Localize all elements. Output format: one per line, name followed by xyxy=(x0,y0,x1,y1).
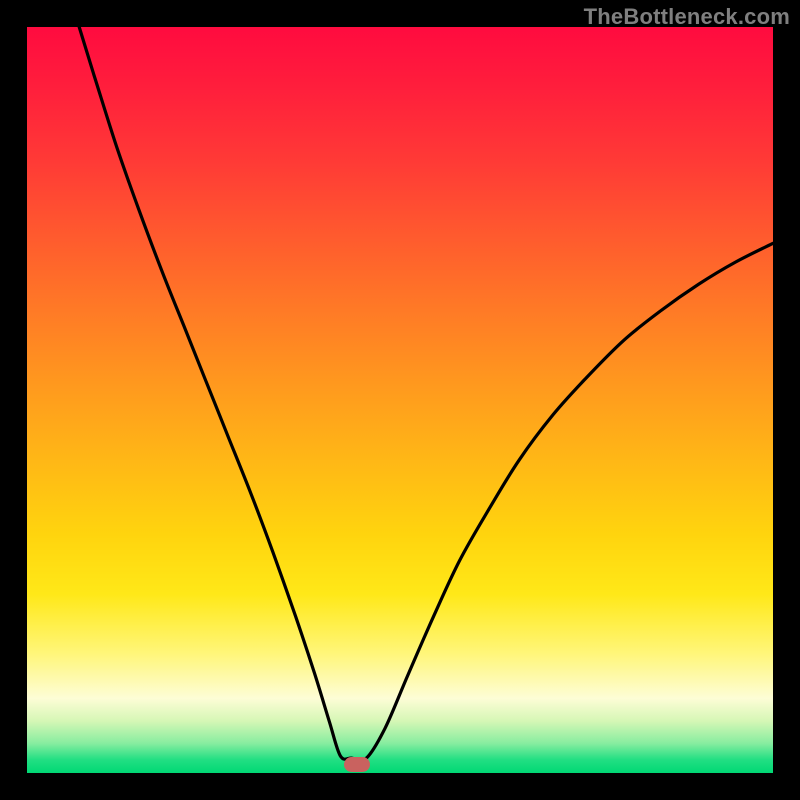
minimum-marker xyxy=(344,757,370,772)
bottleneck-curve xyxy=(27,27,773,773)
curve-path xyxy=(79,27,773,760)
plot-area xyxy=(27,27,773,773)
chart-frame: TheBottleneck.com xyxy=(0,0,800,800)
